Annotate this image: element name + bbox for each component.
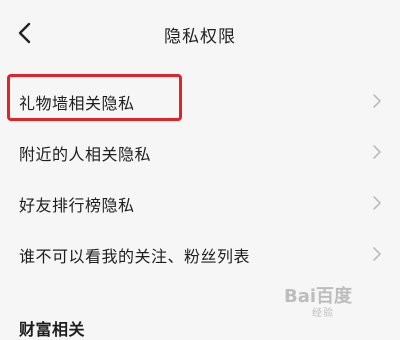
watermark-brand: Bai百度 xyxy=(284,286,353,307)
page-title: 隐私权限 xyxy=(164,27,236,47)
list-item-label: 好友排行榜隐私 xyxy=(19,196,135,215)
list-item-gift-wall-privacy[interactable]: 礼物墙相关隐私 xyxy=(0,75,400,126)
list-item-friend-leaderboard-privacy[interactable]: 好友排行榜隐私 xyxy=(0,177,400,228)
list-item-nearby-people-privacy[interactable]: 附近的人相关隐私 xyxy=(0,126,400,177)
list-item-label: 礼物墙相关隐私 xyxy=(19,94,135,113)
list-item-label: 附近的人相关隐私 xyxy=(19,145,152,164)
chevron-right-icon xyxy=(373,145,381,159)
list-item-label: 谁不可以看我的关注、粉丝列表 xyxy=(19,247,251,266)
chevron-right-icon xyxy=(373,94,381,108)
watermark-sub: 经验 xyxy=(312,308,334,319)
section-header-wealth: 财富相关 xyxy=(19,320,86,339)
chevron-right-icon xyxy=(373,196,381,210)
chevron-right-icon xyxy=(373,247,381,261)
app-header: 隐私权限 xyxy=(0,0,400,64)
baidu-jingyan-watermark: Bai百度 经验 xyxy=(284,282,376,322)
list-item-follow-list-visibility[interactable]: 谁不可以看我的关注、粉丝列表 xyxy=(0,228,400,279)
privacy-settings-list: 礼物墙相关隐私 附近的人相关隐私 好友排行榜隐私 谁不可以看我的关注、粉丝列表 xyxy=(0,75,400,279)
